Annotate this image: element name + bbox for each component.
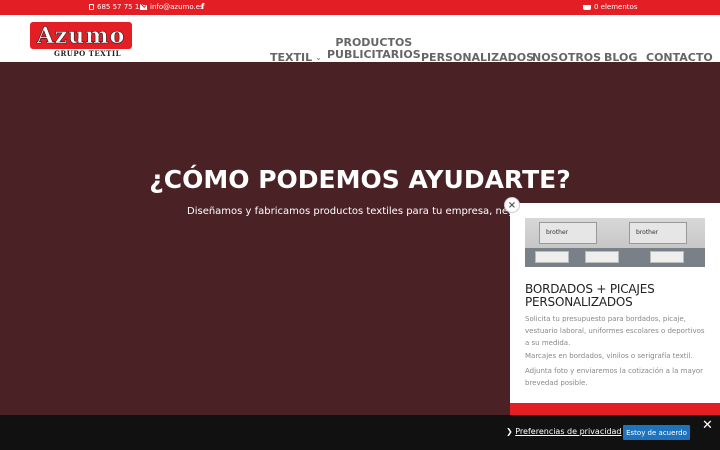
chevron-down-icon: ⌄	[315, 53, 322, 62]
phone-number: 685 57 75 15	[97, 3, 144, 11]
mail-icon	[140, 4, 147, 10]
privacy-preferences-label: Preferencias de privacidad	[515, 427, 622, 436]
shirt-graphic	[535, 251, 569, 263]
cart-count: 0 elementos	[594, 3, 638, 11]
shirt-graphic	[650, 251, 684, 263]
close-icon[interactable]: ×	[504, 197, 520, 213]
top-bar: 685 57 75 15 info@azumo.es f 0 elementos	[0, 0, 720, 15]
shirt-graphic	[585, 251, 619, 263]
logo-box: Azumo	[30, 22, 132, 49]
popup-paragraph: Marcajes en bordados, vinilos o serigraf…	[525, 352, 693, 360]
popup-title: BORDADOS + PICAJES PERSONALIZADOS	[525, 282, 655, 309]
email-address: info@azumo.es	[150, 3, 204, 11]
facebook-icon[interactable]: f	[201, 2, 204, 11]
popup-paragraph: Adjunta foto y enviaremos la cotización …	[525, 367, 704, 387]
promo-popup: brother brother BORDADOS + PICAJES PERSO…	[510, 203, 720, 415]
machine-right: brother	[629, 222, 687, 244]
phone-link[interactable]: 685 57 75 15	[89, 3, 144, 11]
privacy-preferences-link[interactable]: ❯ Preferencias de privacidad	[506, 427, 622, 436]
nav-productos-publicitarios[interactable]: PRODUCTOS PUBLICITARIOS	[327, 37, 421, 61]
logo-text: Azumo	[36, 22, 126, 49]
hero-title: ¿CÓMO PODEMOS AYUDARTE?	[149, 165, 571, 194]
cart-link[interactable]: 0 elementos	[583, 3, 637, 11]
close-icon[interactable]: ✕	[702, 418, 713, 433]
cart-icon	[583, 4, 591, 10]
phone-icon	[89, 4, 94, 10]
accept-cookies-button[interactable]: Estoy de acuerdo	[623, 425, 690, 440]
site-header: Azumo GRUPO TEXTIL TEXTIL ⌄ PRODUCTOS PU…	[0, 15, 720, 64]
site-logo[interactable]: Azumo GRUPO TEXTIL	[30, 22, 132, 60]
chevron-right-icon: ❯	[506, 427, 513, 436]
machine-brand-left: brother	[546, 229, 569, 236]
cookie-bar: ❯ Preferencias de privacidad Estoy de ac…	[0, 415, 720, 450]
email-link[interactable]: info@azumo.es	[140, 3, 204, 11]
machine-brand-right: brother	[636, 229, 659, 236]
popup-paragraph: Solicita tu presupuesto para bordados, p…	[525, 315, 705, 347]
nav-productos-line2: PUBLICITARIOS	[327, 48, 421, 61]
logo-subtitle: GRUPO TEXTIL	[54, 49, 122, 58]
machine-left: brother	[539, 222, 597, 244]
embroidery-machine-image: brother brother	[525, 218, 705, 267]
